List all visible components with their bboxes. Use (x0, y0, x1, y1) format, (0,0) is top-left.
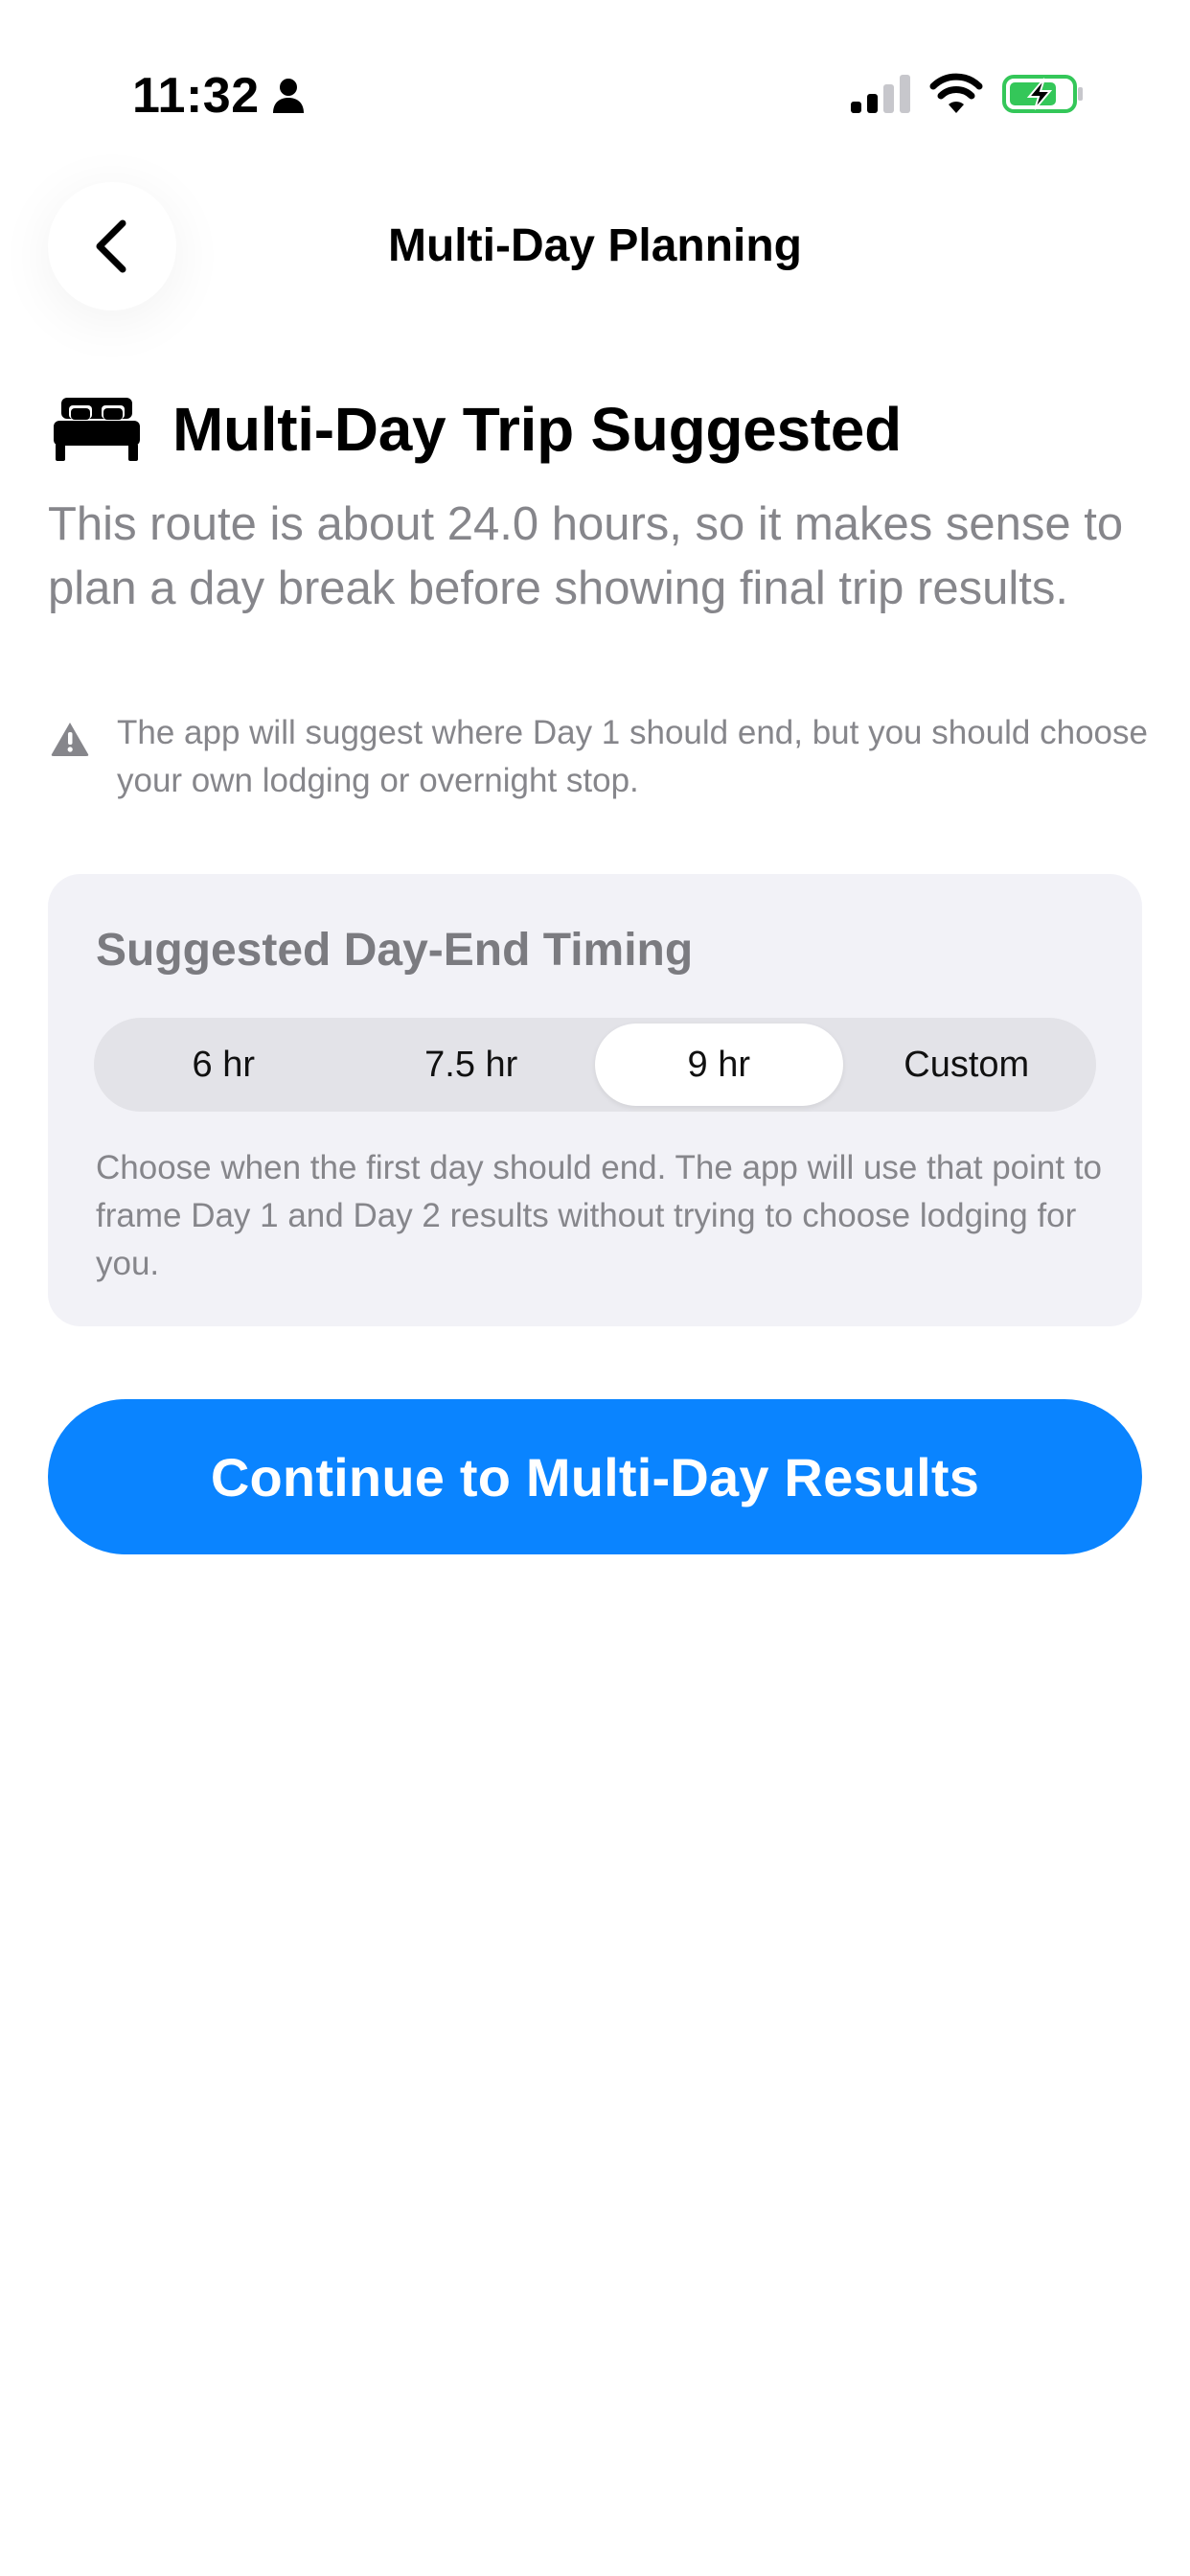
status-time-group: 11:32 (132, 63, 306, 128)
nav-title: Multi-Day Planning (388, 220, 802, 271)
continue-button[interactable]: Continue to Multi-Day Results (48, 1399, 1142, 1554)
heading-row: Multi-Day Trip Suggested (52, 391, 902, 468)
status-bar: 11:32 (0, 0, 1190, 192)
day-end-timing-card: Suggested Day-End Timing 6 hr 7.5 hr 9 h… (48, 874, 1142, 1326)
page-heading: Multi-Day Trip Suggested (172, 395, 902, 464)
cellular-signal-icon (851, 75, 910, 113)
bed-icon (54, 398, 140, 461)
warning-triangle-icon (51, 723, 89, 756)
segment-6-hr[interactable]: 6 hr (100, 1024, 348, 1106)
card-help-text: Choose when the first day should end. Th… (96, 1149, 1103, 1282)
segment-7-5-hr[interactable]: 7.5 hr (348, 1024, 596, 1106)
timing-segmented-control: 6 hr 7.5 hr 9 hr Custom (94, 1018, 1096, 1112)
route-description: This route is about 24.0 hours, so it ma… (48, 498, 1124, 614)
status-indicators (851, 73, 1085, 115)
battery-charging-icon (1002, 75, 1083, 113)
wifi-icon (929, 73, 983, 113)
segment-9-hr[interactable]: 9 hr (595, 1024, 843, 1106)
person-icon (272, 79, 304, 113)
status-time: 11:32 (132, 68, 260, 124)
warning-note: The app will suggest where Day 1 should … (50, 709, 1152, 805)
warning-text: The app will suggest where Day 1 should … (117, 714, 1148, 799)
segment-custom[interactable]: Custom (843, 1024, 1091, 1106)
card-title: Suggested Day-End Timing (96, 925, 694, 976)
